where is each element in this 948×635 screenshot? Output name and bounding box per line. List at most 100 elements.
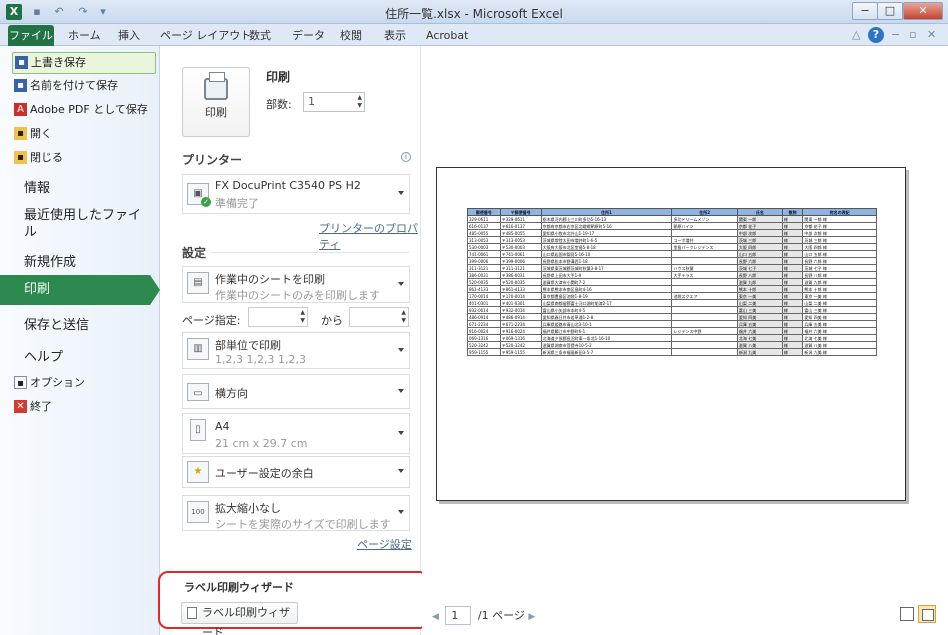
nav-save[interactable]: ▪ 上書き保存: [12, 52, 156, 74]
table-cell: 多功ドリームメゾン: [671, 215, 738, 223]
nav-print[interactable]: 印刷: [0, 275, 150, 305]
ribbon-collapse-icon[interactable]: △: [852, 28, 860, 41]
tab-view[interactable]: 表示: [384, 27, 406, 46]
table-cell: 富山 三美 様: [802, 306, 877, 314]
wb-minimize-icon[interactable]: −: [891, 28, 900, 41]
table-cell: 様: [781, 334, 804, 342]
nav-close[interactable]: ▪ 閉じる: [12, 148, 156, 170]
nav-options[interactable]: ▪ オプション: [12, 373, 156, 395]
scaling-dropdown[interactable]: 100 拡大縮小なし シートを実際のサイズで印刷します: [182, 495, 410, 531]
table-cell: 茨城 三郎: [736, 236, 783, 244]
table-cell: 311-3121: [467, 264, 501, 272]
address-table-body: 329-0611 〒329-0611 栃木県河内郡上三川町多功5-16-13 多功ドリ…: [467, 215, 877, 356]
nav-save-as[interactable]: ▪ 名前を付けて保存: [12, 76, 156, 98]
save-icon: ▪: [15, 56, 28, 69]
table-cell: [671, 334, 738, 342]
prev-page-icon[interactable]: ◀: [432, 612, 439, 622]
pages-to-input[interactable]: ▲ ▼: [349, 307, 409, 327]
wb-restore-icon[interactable]: ▫: [909, 28, 916, 41]
table-cell: ハウス秋葉: [671, 264, 738, 272]
zoom-to-page-button[interactable]: [918, 605, 936, 623]
table-cell: [671, 250, 738, 258]
tab-review[interactable]: 校閲: [340, 27, 362, 46]
table-cell: 〒916-0024: [499, 327, 542, 335]
table-cell: 様: [781, 250, 804, 258]
table-cell: [671, 278, 738, 286]
pages-from-spin-icon[interactable]: ▲ ▼: [300, 309, 305, 325]
copies-stepper[interactable]: 1 ▲ ▼: [303, 92, 365, 112]
table-cell: 富山県小矢部市本町4-5: [540, 306, 673, 314]
pages-to-spin-icon[interactable]: ▲ ▼: [401, 309, 406, 325]
table-cell: 520-3242: [467, 341, 501, 349]
table-cell: [671, 285, 738, 293]
scaling-desc: シートを実際のサイズで印刷します: [215, 518, 391, 531]
copies-spin-icon[interactable]: ▲ ▼: [357, 94, 362, 110]
next-page-icon[interactable]: ▶: [528, 612, 535, 622]
nav-save-pdf[interactable]: A Adobe PDF として保存: [12, 100, 156, 122]
pages-to-label: から: [321, 314, 343, 327]
chevron-down-icon: [398, 347, 404, 352]
paper-size-dropdown[interactable]: ▯ A4 21 cm x 29.7 cm: [182, 413, 410, 454]
label-wizard-button[interactable]: ラベル印刷ウィザード: [181, 602, 298, 635]
page-setup-link[interactable]: ページ設定: [357, 536, 412, 552]
nav-exit[interactable]: ✕ 終了: [12, 397, 156, 419]
nav-new[interactable]: 新規作成: [24, 251, 76, 270]
collation-dropdown[interactable]: ▥ 部単位で印刷 1,2,3 1,2,3 1,2,3: [182, 332, 410, 369]
table-cell: 新潟 九美: [736, 348, 783, 356]
table-cell: 916-0024: [467, 327, 501, 335]
nav-save-send[interactable]: 保存と送信: [24, 314, 89, 333]
table-cell: 様: [781, 327, 804, 335]
table-cell: 福井県鯖江市中野町6-1: [540, 327, 673, 335]
close-window-button[interactable]: ✕: [903, 2, 943, 20]
margins-dropdown[interactable]: ★ ユーザー設定の余白: [182, 456, 410, 488]
tab-file[interactable]: ファイル: [8, 25, 54, 46]
printer-properties-link[interactable]: プリンターのプロパティ: [319, 220, 420, 252]
printer-dropdown[interactable]: ▣ ✓ FX DocuPrint C3540 PS H2 準備完了: [182, 174, 410, 214]
chevron-down-icon: [398, 510, 404, 514]
close-file-icon: ▪: [14, 151, 27, 164]
current-page-input[interactable]: 1: [445, 606, 472, 625]
printer-info-icon[interactable]: i: [401, 152, 411, 162]
table-cell: 関東 一郎 様: [802, 215, 877, 223]
pages-from-input[interactable]: ▲ ▼: [248, 307, 308, 327]
table-row: 671-2234 〒671-2234 兵庫県姫路市青山北3-10-1 兵庫 五美様兵庫…: [467, 320, 877, 328]
table-cell: 富山 三美: [736, 306, 783, 314]
table-cell: 関東 一郎: [736, 215, 783, 223]
landscape-icon: ▭: [187, 383, 209, 401]
nav-open[interactable]: ▪ 開く: [12, 124, 156, 146]
table-cell: 山口県岩国市錦見5-16-10: [540, 250, 673, 258]
help-icon[interactable]: ?: [868, 27, 884, 43]
tab-formulas[interactable]: 数式: [249, 27, 271, 46]
tab-acrobat[interactable]: Acrobat: [426, 27, 468, 46]
print-what-dropdown[interactable]: ▤ 作業中のシートを印刷 作業中のシートのみを印刷します: [182, 266, 410, 303]
orientation-dropdown[interactable]: ▭ 横方向: [182, 374, 410, 409]
minimize-button[interactable]: −: [852, 2, 878, 20]
scaling-label: 拡大縮小なし: [215, 502, 281, 515]
title-bar: X ▪ ↶ ↷ ▾ 住所一覧.xlsx - Microsoft Excel − …: [0, 0, 948, 24]
table-cell: 様: [781, 271, 804, 279]
page-total: /1 ページ: [477, 609, 525, 622]
preview-page[interactable]: 郵便番号 〒郵便番号 住所1 住所2 氏名 敬称 宛名の表記 329-0611 〒329-06…: [436, 167, 906, 501]
table-header-cell: 宛名の表記: [802, 208, 877, 216]
table-cell: 京都 花子: [736, 222, 783, 230]
table-cell: 京都 花子 様: [802, 222, 877, 230]
table-cell: 〒311-3121: [499, 264, 542, 272]
chevron-down-icon: [398, 281, 404, 286]
wb-close-icon[interactable]: ✕: [927, 28, 936, 41]
tab-insert[interactable]: 挿入: [118, 27, 140, 46]
nav-info[interactable]: 情報: [24, 177, 50, 196]
table-cell: 〒932-0014: [499, 306, 542, 314]
window-title: 住所一覧.xlsx - Microsoft Excel: [385, 7, 563, 21]
table-cell: 932-0014: [467, 306, 501, 314]
print-button[interactable]: 印刷: [182, 67, 250, 137]
tab-page-layout[interactable]: ページ レイアウト: [160, 27, 251, 46]
table-cell: 485-0055: [467, 229, 501, 237]
show-margins-button[interactable]: [900, 607, 914, 621]
label-wizard-highlight: ラベル印刷ウィザード ラベル印刷ウィザード: [158, 571, 429, 635]
maximize-button[interactable]: □: [877, 2, 903, 20]
table-cell: 〒485-0055: [499, 229, 542, 237]
nav-help[interactable]: ヘルプ: [24, 346, 63, 365]
nav-recent[interactable]: 最近使用したファイル: [24, 207, 148, 241]
tab-data[interactable]: データ: [292, 27, 325, 46]
tab-home[interactable]: ホーム: [68, 27, 101, 46]
